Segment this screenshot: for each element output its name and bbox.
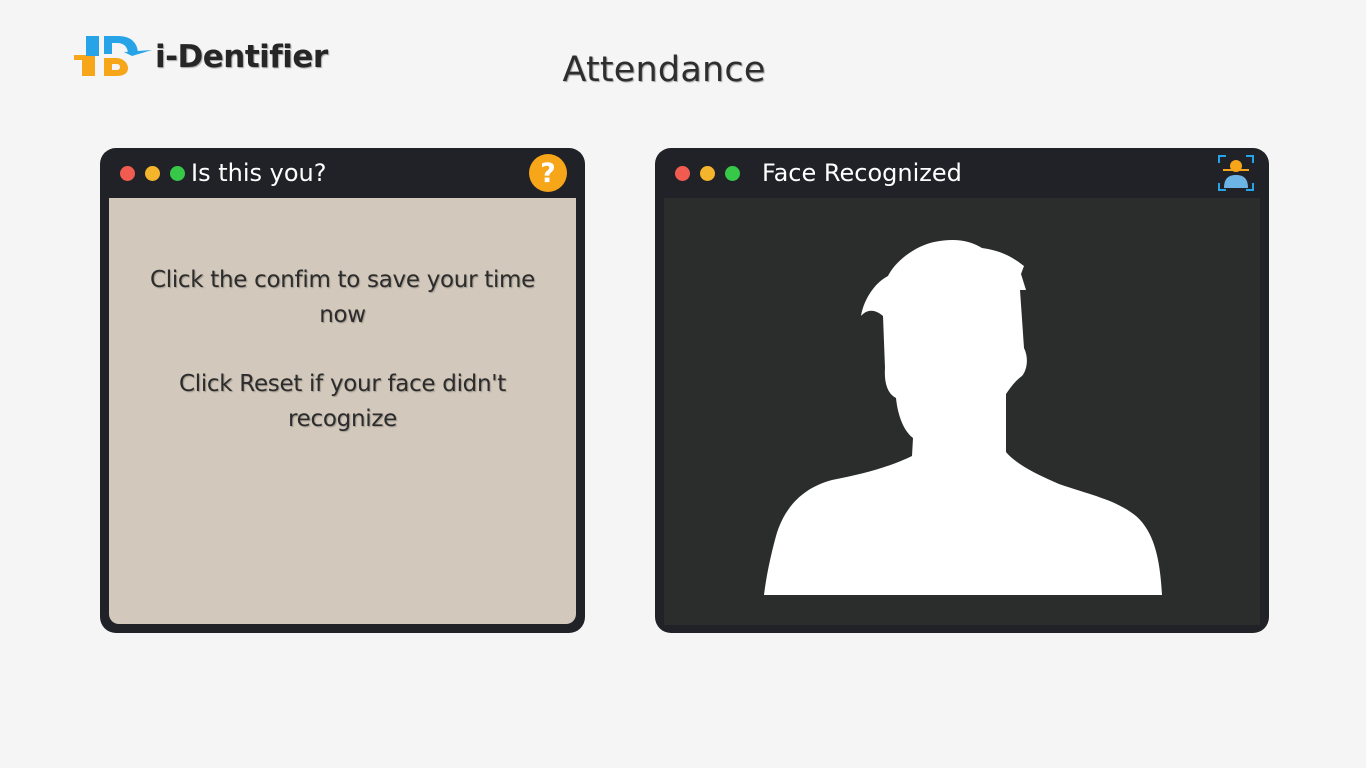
confirm-panel-title: Is this you? [191,159,327,187]
close-dot[interactable] [120,165,135,181]
maximize-dot[interactable] [725,165,740,181]
camera-panel-titlebar: Face Recognized [655,148,1269,198]
camera-panel: Face Recognized [655,148,1269,633]
window-controls [675,165,750,181]
maximize-dot[interactable] [170,165,185,181]
page-title: Attendance [562,50,766,90]
confirm-panel: Is this you? ? Click the confim to save … [100,148,585,633]
minimize-dot[interactable] [700,165,715,181]
minimize-dot[interactable] [145,165,160,181]
confirm-panel-titlebar: Is this you? ? [100,148,585,198]
instruction-confirm: Click the confim to save your time now [149,267,535,328]
person-silhouette-icon [764,240,1162,595]
confirm-panel-content: Click the confim to save your time now C… [109,198,576,624]
instruction-reset: Click Reset if your face didn't recogniz… [178,371,506,432]
instructions: Click the confim to save your time now C… [109,263,576,437]
window-controls [120,165,195,181]
close-dot[interactable] [675,165,690,181]
face-scan-icon[interactable] [1217,154,1255,192]
camera-preview [664,198,1260,625]
help-question-icon[interactable]: ? [529,154,567,192]
camera-panel-title: Face Recognized [762,159,962,187]
help-label: ? [540,157,556,189]
